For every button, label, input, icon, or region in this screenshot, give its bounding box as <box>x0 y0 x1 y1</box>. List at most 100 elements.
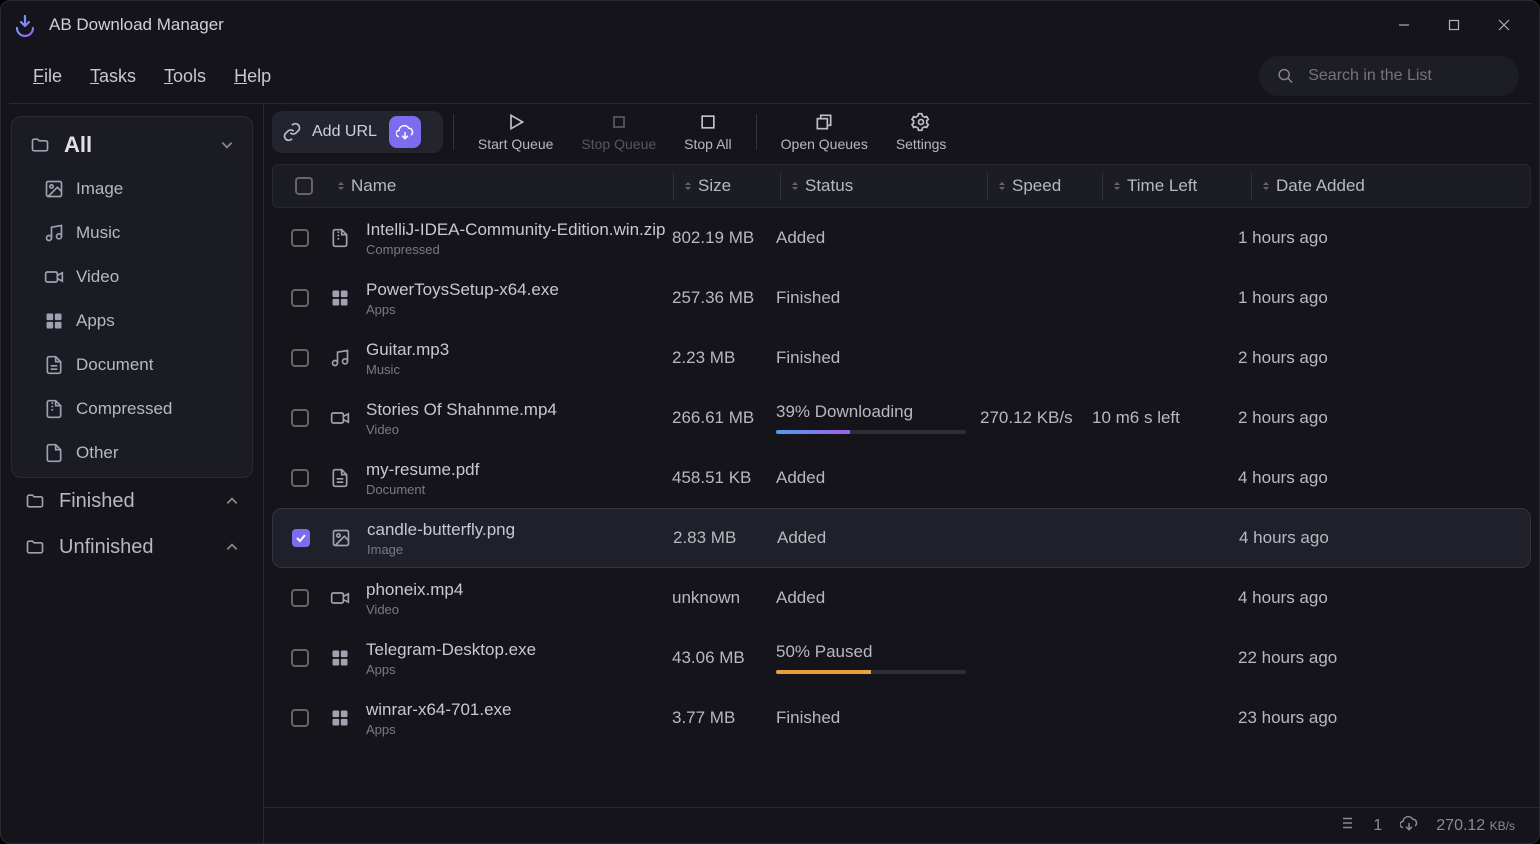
table-body: IntelliJ-IDEA-Community-Edition.win.zipC… <box>270 208 1533 807</box>
cell-name: Guitar.mp3 <box>366 340 449 360</box>
cell-date: 4 hours ago <box>1238 468 1328 488</box>
cell-status: Added <box>776 468 825 488</box>
cell-category: Image <box>367 542 515 557</box>
th-size[interactable]: Size <box>676 176 780 196</box>
cell-size: 43.06 MB <box>672 648 745 668</box>
cell-size: 266.61 MB <box>672 408 754 428</box>
folder-icon <box>25 491 45 511</box>
menu-help[interactable]: Help <box>234 66 271 87</box>
compressed-icon <box>328 226 352 250</box>
download-table: Name Size Status Speed Time Left Date Ad… <box>264 160 1539 807</box>
th-date[interactable]: Date Added <box>1254 176 1530 196</box>
menu-bar: File Tasks Tools Help <box>1 49 1539 103</box>
cell-category: Apps <box>366 722 512 737</box>
menu-tasks[interactable]: Tasks <box>90 66 136 87</box>
row-checkbox[interactable] <box>291 289 309 307</box>
cell-date: 1 hours ago <box>1238 288 1328 308</box>
sidebar-item-image[interactable]: Image <box>16 167 248 211</box>
sidebar-all-label: All <box>64 132 92 158</box>
stop-icon <box>609 112 629 132</box>
main-window: AB Download Manager File Tasks Tools Hel… <box>0 0 1540 844</box>
stop-queue-button[interactable]: Stop Queue <box>567 106 670 158</box>
maximize-button[interactable] <box>1431 9 1477 41</box>
row-checkbox[interactable] <box>291 349 309 367</box>
open-queues-button[interactable]: Open Queues <box>767 106 882 158</box>
sidebar-item-apps[interactable]: Apps <box>16 299 248 343</box>
th-speed[interactable]: Speed <box>990 176 1102 196</box>
sidebar-item-compressed[interactable]: Compressed <box>16 387 248 431</box>
select-all-checkbox[interactable] <box>295 177 313 195</box>
gear-icon <box>911 112 931 132</box>
add-url-button[interactable]: Add URL <box>272 111 443 153</box>
th-name[interactable]: Name <box>329 176 673 196</box>
menu-tools[interactable]: Tools <box>164 66 206 87</box>
toolbar-divider <box>756 114 757 150</box>
content: Add URL Start Queue Stop Queue Stop All <box>263 104 1539 843</box>
table-row[interactable]: candle-butterfly.pngImage2.83 MBAdded4 h… <box>272 508 1531 568</box>
row-checkbox[interactable] <box>291 469 309 487</box>
compressed-icon <box>44 399 64 419</box>
sidebar-item-other[interactable]: Other <box>16 431 248 475</box>
sidebar-item-label: Video <box>76 267 119 287</box>
folder-icon <box>25 537 45 557</box>
sidebar-group-label: Unfinished <box>59 536 154 559</box>
row-checkbox[interactable] <box>291 229 309 247</box>
cell-status: Added <box>776 228 825 248</box>
music-icon <box>44 223 64 243</box>
sidebar-item-document[interactable]: Document <box>16 343 248 387</box>
row-checkbox[interactable] <box>292 529 310 547</box>
stop-all-button[interactable]: Stop All <box>670 106 745 158</box>
status-selected-count: 1 <box>1373 817 1382 835</box>
search-input[interactable] <box>1308 67 1501 85</box>
table-row[interactable]: my-resume.pdfDocument458.51 KBAdded4 hou… <box>272 448 1531 508</box>
list-icon <box>1337 814 1355 837</box>
cell-size: 802.19 MB <box>672 228 754 248</box>
cell-time: 10 m6 s left <box>1092 408 1180 428</box>
status-speed-value: 270.12 <box>1436 817 1485 834</box>
th-status[interactable]: Status <box>783 176 987 196</box>
body: All ImageMusicVideoAppsDocumentCompresse… <box>1 104 1539 843</box>
sidebar-item-music[interactable]: Music <box>16 211 248 255</box>
table-row[interactable]: winrar-x64-701.exeApps3.77 MBFinished23 … <box>272 688 1531 748</box>
cell-speed: 270.12 KB/s <box>980 408 1073 428</box>
row-checkbox[interactable] <box>291 589 309 607</box>
cell-size: 458.51 KB <box>672 468 751 488</box>
sidebar-all[interactable]: All <box>16 123 248 167</box>
cell-date: 4 hours ago <box>1239 528 1329 548</box>
table-row[interactable]: Stories Of Shahnme.mp4Video266.61 MB39% … <box>272 388 1531 448</box>
table-row[interactable]: Guitar.mp3Music2.23 MBFinished2 hours ag… <box>272 328 1531 388</box>
close-button[interactable] <box>1481 9 1527 41</box>
cell-category: Document <box>366 482 479 497</box>
cell-size: unknown <box>672 588 740 608</box>
table-row[interactable]: IntelliJ-IDEA-Community-Edition.win.zipC… <box>272 208 1531 268</box>
table-row[interactable]: PowerToysSetup-x64.exeApps257.36 MBFinis… <box>272 268 1531 328</box>
sidebar-group-unfinished[interactable]: Unfinished <box>11 524 253 570</box>
cell-status: Added <box>777 528 826 548</box>
minimize-button[interactable] <box>1381 9 1427 41</box>
cell-category: Compressed <box>366 242 665 257</box>
cell-name: phoneix.mp4 <box>366 580 463 600</box>
apps-icon <box>328 286 352 310</box>
cell-date: 1 hours ago <box>1238 228 1328 248</box>
video-icon <box>44 267 64 287</box>
settings-button[interactable]: Settings <box>882 106 961 158</box>
app-title: AB Download Manager <box>49 15 224 35</box>
row-checkbox[interactable] <box>291 409 309 427</box>
start-queue-button[interactable]: Start Queue <box>464 106 568 158</box>
search-box[interactable] <box>1259 56 1519 96</box>
sidebar-item-video[interactable]: Video <box>16 255 248 299</box>
th-time[interactable]: Time Left <box>1105 176 1251 196</box>
table-row[interactable]: Telegram-Desktop.exeApps43.06 MB50% Paus… <box>272 628 1531 688</box>
sidebar-categories: All ImageMusic Video Apps DocumentCompresse… <box>11 116 253 478</box>
menu-file[interactable]: File <box>33 66 62 87</box>
table-row[interactable]: phoneix.mp4VideounknownAdded4 hours ago <box>272 568 1531 628</box>
cell-date: 22 hours ago <box>1238 648 1337 668</box>
cell-name: Telegram-Desktop.exe <box>366 640 536 660</box>
row-checkbox[interactable] <box>291 649 309 667</box>
queues-icon <box>814 112 834 132</box>
sidebar-group-finished[interactable]: Finished <box>11 478 253 524</box>
search-icon <box>1277 66 1294 86</box>
chevron-up-icon <box>225 540 239 554</box>
row-checkbox[interactable] <box>291 709 309 727</box>
sidebar-item-label: Apps <box>76 311 115 331</box>
